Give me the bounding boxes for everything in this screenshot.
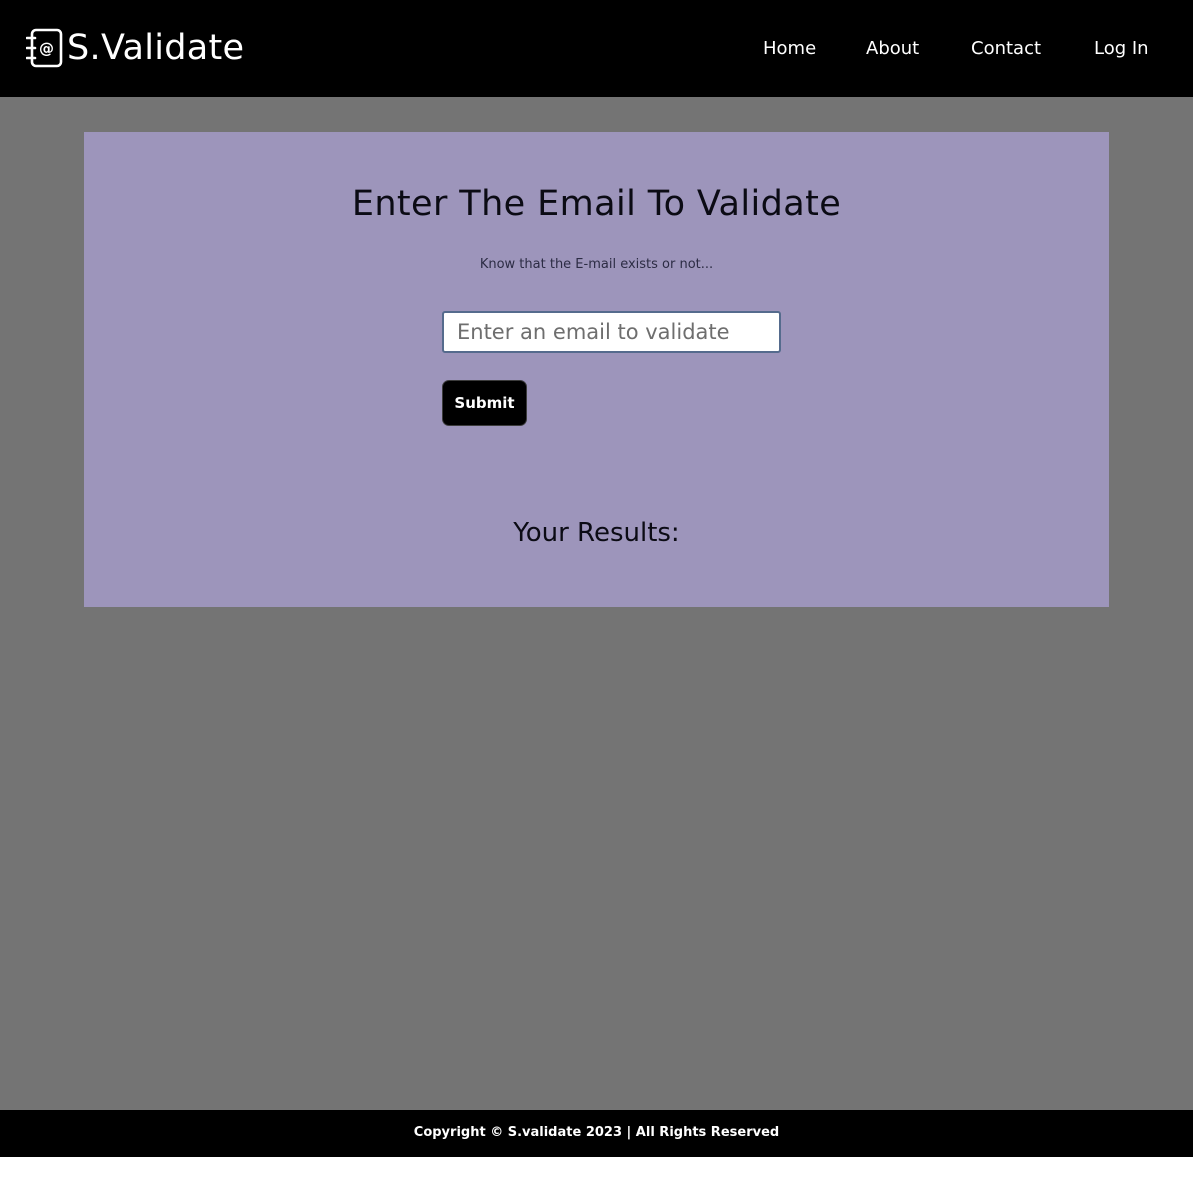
navbar: @ S.Validate Home About Contact Log In: [0, 0, 1193, 97]
nav-contact-link[interactable]: Contact: [971, 36, 1041, 62]
results-heading: Your Results:: [513, 518, 680, 548]
validator-card: Enter The Email To Validate Know that th…: [84, 132, 1109, 607]
svg-text:@: @: [39, 40, 54, 58]
nav-login-link[interactable]: Log In: [1094, 36, 1149, 62]
email-input[interactable]: [442, 311, 781, 353]
page-title: Enter The Email To Validate: [351, 184, 842, 224]
page-subtitle: Know that the E-mail exists or not...: [479, 257, 714, 272]
email-book-icon: @: [26, 28, 63, 68]
brand-name: S.Validate: [67, 28, 245, 68]
submit-button[interactable]: Submit: [442, 380, 527, 426]
brand-logo-link[interactable]: @ S.Validate: [26, 26, 244, 70]
footer-copyright: Copyright © S.validate 2023 | All Rights…: [413, 1125, 780, 1140]
footer: Copyright © S.validate 2023 | All Rights…: [0, 1110, 1193, 1157]
nav-about-link[interactable]: About: [866, 36, 919, 62]
nav-home-link[interactable]: Home: [763, 36, 816, 62]
